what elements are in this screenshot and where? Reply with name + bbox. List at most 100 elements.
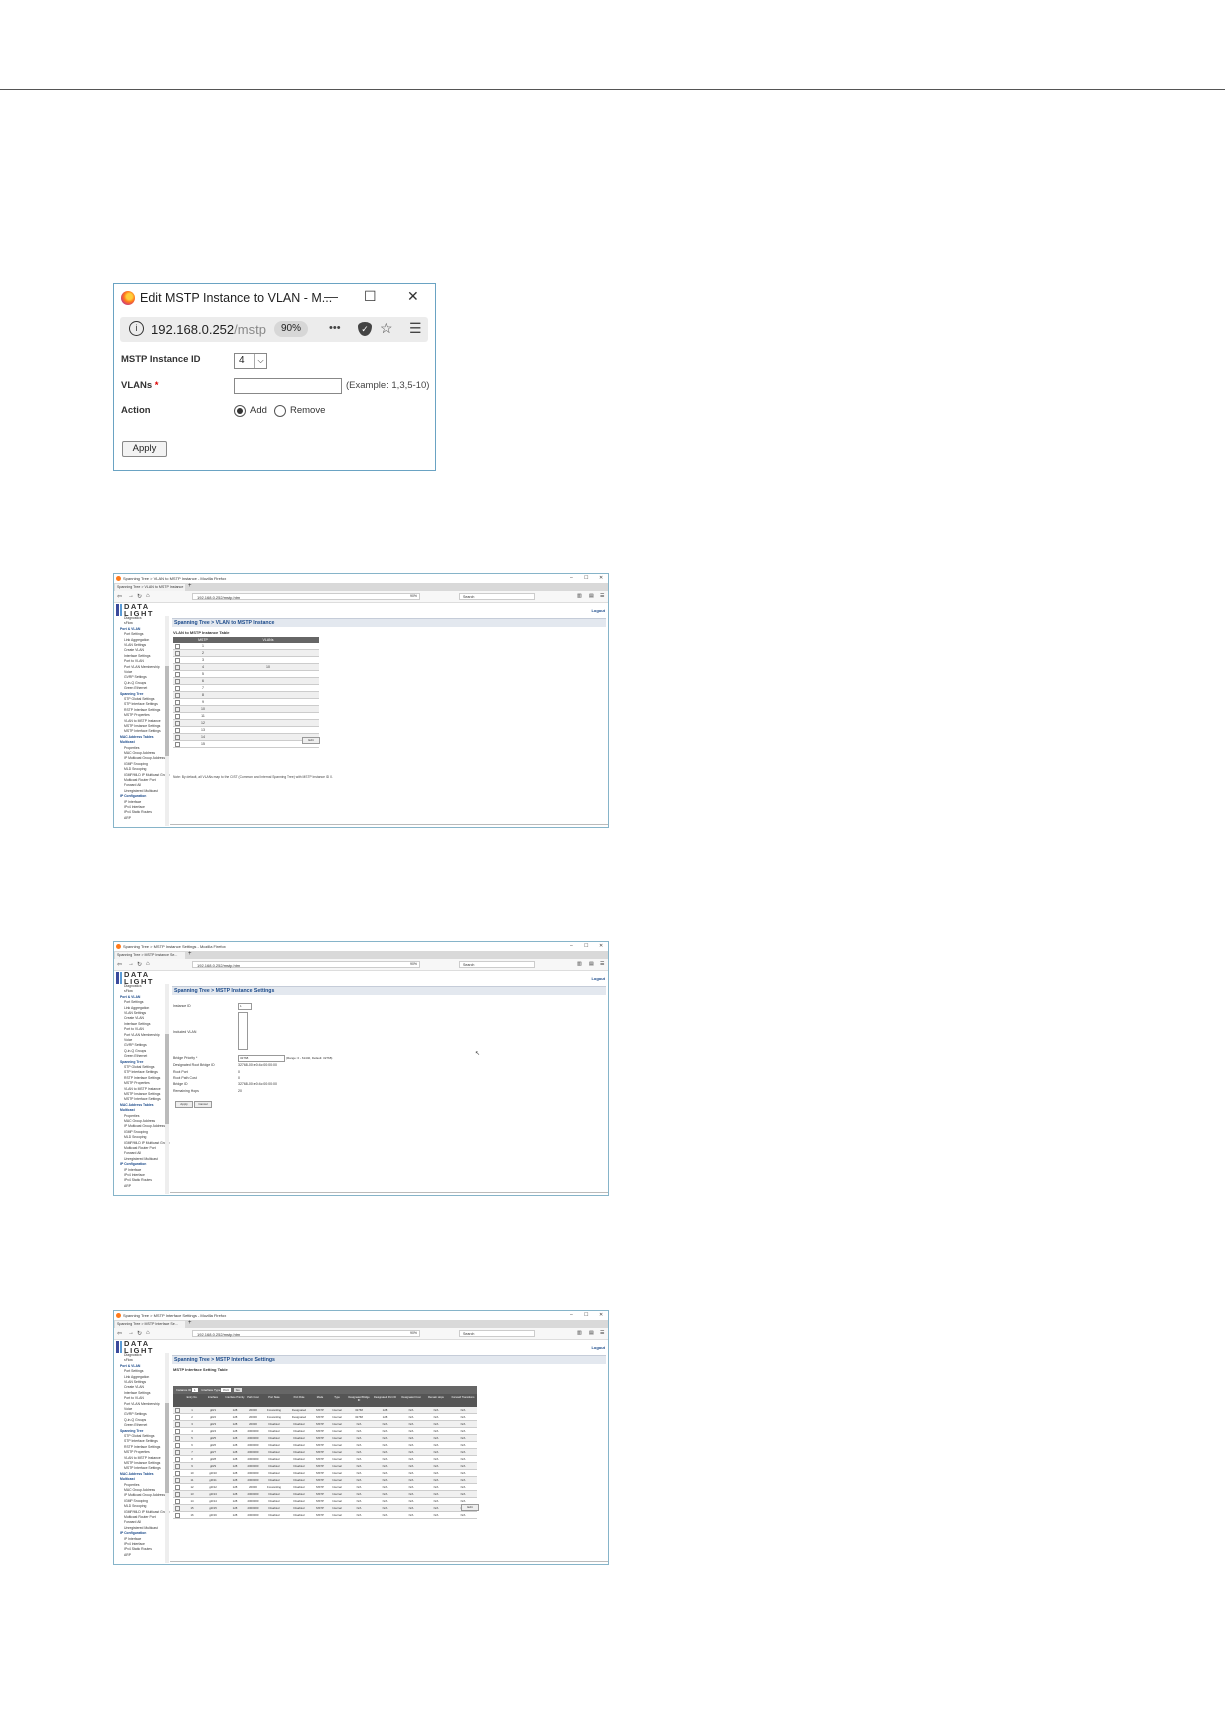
sidebar-item[interactable]: Green Ethernet	[124, 686, 147, 690]
table-row[interactable]: 12	[173, 720, 319, 727]
sidebar-item[interactable]: IP Multicast Group Address	[124, 1493, 165, 1497]
back-icon[interactable]: ⇦	[117, 1330, 122, 1337]
sidebar-item[interactable]: Multicast Router Port	[124, 1515, 156, 1519]
zoom-level[interactable]: 90%	[410, 1330, 417, 1337]
instance-id-select[interactable]: 1	[238, 1003, 252, 1010]
close-icon[interactable]: ✕	[599, 943, 603, 949]
sidebar-icon[interactable]: ▤	[589, 593, 594, 599]
sidebar-item[interactable]: Port to VLAN	[124, 659, 144, 663]
sidebar-item[interactable]: MSTP Interface Settings	[124, 1466, 161, 1470]
minimize-icon[interactable]: –	[570, 575, 573, 581]
filter-instance-select[interactable]: 1	[192, 1388, 198, 1392]
sidebar-item[interactable]: IGMP Snooping	[124, 1499, 148, 1503]
row-checkbox[interactable]	[175, 665, 180, 670]
table-row[interactable]: 10 gi0/10 128 2000000 Disabled Disabled MSTP In…	[173, 1470, 477, 1477]
sidebar-item[interactable]: sFlow	[124, 1358, 133, 1362]
sidebar-item[interactable]: MAC Address Tables	[120, 1103, 154, 1107]
sidebar-item[interactable]: MSTP Instance Settings	[124, 724, 160, 728]
action-add-radio[interactable]	[234, 405, 246, 417]
sidebar-item[interactable]: IPv4 Static Routes	[124, 1547, 152, 1551]
sidebar-item[interactable]: MSTP Properties	[124, 713, 150, 717]
table-row[interactable]: 8 gi0/8 128 2000000 Disabled Disabled MSTP Inte…	[173, 1456, 477, 1463]
table-row[interactable]: 5 gi0/5 128 2000000 Disabled Disabled MSTP Inte…	[173, 1435, 477, 1442]
sidebar-item[interactable]: Diagnostics	[124, 616, 142, 620]
minimize-icon[interactable]: —	[324, 288, 338, 304]
table-row[interactable]: 9	[173, 699, 319, 706]
sidebar-item[interactable]: IP Configuration	[120, 1531, 146, 1535]
sidebar-item[interactable]: MAC Address Tables	[120, 1472, 154, 1476]
address-bar[interactable]: 192.168.0.252/mstp.htm	[192, 961, 420, 968]
sidebar-item[interactable]: Port Settings	[124, 1369, 143, 1373]
sidebar-item[interactable]: IPv4 Static Routes	[124, 1178, 152, 1182]
table-row[interactable]: 11 gi0/11 128 2000000 Disabled Disabled MSTP In…	[173, 1477, 477, 1484]
sidebar-item[interactable]: Port & VLAN	[120, 995, 140, 999]
sidebar-item[interactable]: IPv4 Interface	[124, 1542, 145, 1546]
go-button[interactable]: Go	[233, 1388, 242, 1392]
row-checkbox[interactable]	[175, 728, 180, 733]
sidebar-item[interactable]: Unregistered Multicast	[124, 1526, 158, 1530]
sidebar-item[interactable]: Multicast Router Port	[124, 1146, 156, 1150]
sidebar-item[interactable]: RSTP Interface Settings	[124, 1076, 160, 1080]
sidebar-item[interactable]: Port Settings	[124, 632, 143, 636]
library-icon[interactable]: ▥	[577, 593, 582, 599]
sidebar-item[interactable]: MSTP Instance Settings	[124, 1092, 160, 1096]
sidebar-item[interactable]: Properties	[124, 1483, 139, 1487]
table-row[interactable]: 4 gi0/4 128 2000000 Disabled Disabled MSTP Inte…	[173, 1428, 477, 1435]
sidebar-item[interactable]: Q-in-Q Groups	[124, 1049, 146, 1053]
sidebar-item[interactable]: VLAN Settings	[124, 1380, 146, 1384]
sidebar-item[interactable]: IGMP/MLD IP Multicast Group	[124, 1510, 170, 1514]
sidebar-item[interactable]: STP Global Settings	[124, 1065, 154, 1069]
sidebar-item[interactable]: Port & VLAN	[120, 1364, 140, 1368]
sidebar-item[interactable]: Create VLAN	[124, 1016, 144, 1020]
row-checkbox[interactable]	[175, 1408, 180, 1413]
row-checkbox[interactable]	[175, 672, 180, 677]
sidebar-item[interactable]: MAC Address Tables	[120, 735, 154, 739]
library-icon[interactable]: ▥	[577, 961, 582, 967]
reload-icon[interactable]: ↻	[137, 593, 142, 600]
close-icon[interactable]: ✕	[407, 288, 419, 305]
row-checkbox[interactable]	[175, 1471, 180, 1476]
row-checkbox[interactable]	[175, 658, 180, 663]
sidebar-item[interactable]: IGMP/MLD IP Multicast Group	[124, 773, 170, 777]
sidebar-item[interactable]: Green Ethernet	[124, 1423, 147, 1427]
table-row[interactable]: 16 gi0/16 128 2000000 Disabled Disabled MSTP In…	[173, 1512, 477, 1519]
edit-button[interactable]: Edit	[302, 737, 320, 744]
table-row[interactable]: 3	[173, 657, 319, 664]
forward-icon[interactable]: →	[128, 961, 134, 967]
table-row[interactable]: 15	[173, 741, 319, 748]
more-actions-icon[interactable]: •••	[329, 322, 341, 334]
sidebar-item[interactable]: Port VLAN Membership	[124, 1402, 160, 1406]
row-checkbox[interactable]	[175, 1450, 180, 1455]
sidebar-item[interactable]: ARP	[124, 1184, 131, 1188]
table-row[interactable]: 6 gi0/6 128 2000000 Disabled Disabled MSTP Inte…	[173, 1442, 477, 1449]
sidebar-item[interactable]: Forward All	[124, 783, 141, 787]
sidebar-item[interactable]: Voice	[124, 1038, 132, 1042]
address-bar[interactable]: 192.168.0.252/mstp.htm	[192, 1330, 420, 1337]
row-checkbox[interactable]	[175, 1415, 180, 1420]
row-checkbox[interactable]	[175, 679, 180, 684]
table-row[interactable]: 4 10	[173, 664, 319, 671]
row-checkbox[interactable]	[175, 1492, 180, 1497]
back-icon[interactable]: ⇦	[117, 593, 122, 600]
instance-id-select[interactable]: 4 ⌵	[234, 353, 267, 369]
sidebar-item[interactable]: VLAN to MSTP Instance	[124, 1456, 161, 1460]
sidebar-item[interactable]: Unregistered Multicast	[124, 789, 158, 793]
sidebar-item[interactable]: Multicast	[120, 1108, 135, 1112]
sidebar-item[interactable]: Create VLAN	[124, 648, 144, 652]
sidebar-item[interactable]: Multicast	[120, 1477, 135, 1481]
sidebar-item[interactable]: Interface Settings	[124, 1391, 150, 1395]
sidebar-item[interactable]: Voice	[124, 1407, 132, 1411]
sidebar-item[interactable]: STP Global Settings	[124, 1434, 154, 1438]
row-checkbox[interactable]	[175, 1506, 180, 1511]
address-bar[interactable]: 192.168.0.252/mstp.htm	[192, 593, 420, 600]
minimize-icon[interactable]: –	[570, 1312, 573, 1318]
table-row[interactable]: 7 gi0/7 128 2000000 Disabled Disabled MSTP Inte…	[173, 1449, 477, 1456]
sidebar-item[interactable]: MLD Snooping	[124, 1504, 146, 1508]
row-checkbox[interactable]	[175, 644, 180, 649]
row-checkbox[interactable]	[175, 714, 180, 719]
sidebar-item[interactable]: IP Interface	[124, 800, 141, 804]
table-row[interactable]: 15 gi0/15 128 2000000 Disabled Disabled MSTP In…	[173, 1505, 477, 1512]
popup-address-bar[interactable]: i 192.168.0.252/mstp 90% ••• ✓ ☆ ☰	[120, 317, 428, 342]
sidebar-item[interactable]: IGMP Snooping	[124, 762, 148, 766]
row-checkbox[interactable]	[175, 686, 180, 691]
